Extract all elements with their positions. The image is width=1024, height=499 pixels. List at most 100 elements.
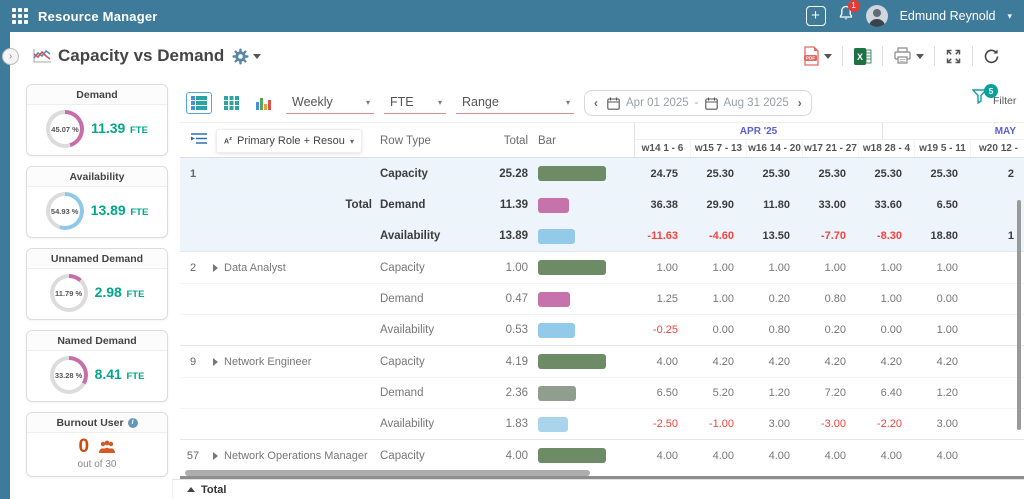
week-value: 18.80 [915,230,971,242]
group-name: Network Operations Manager [224,450,380,462]
info-icon[interactable]: i [128,418,138,428]
row-type-label: Capacity [380,168,468,180]
notifications-button[interactable]: 1 [838,5,854,27]
week-value [971,450,1024,462]
unit-select[interactable]: FTE▾ [384,92,446,114]
percent-value: 33.28 % [50,356,88,394]
week-value: 6.40 [859,387,915,399]
footer-total-label: Total [201,484,226,496]
group-name: Network Engineer [224,356,380,368]
user-menu-chevron-icon[interactable]: ▾ [1007,11,1012,22]
week-values: 1.001.001.001.001.001.00 [635,262,1024,274]
expand-rows-icon [190,132,208,145]
vertical-scrollbar[interactable] [1017,200,1021,430]
resource-group: 9Network EngineerCapacity4.194.004.204.2… [180,345,1024,439]
total-bar [538,260,606,275]
week-value: -8.30 [859,230,915,242]
total-bar [538,229,575,244]
total-bar [538,386,576,401]
filter-button[interactable]: 5 Filter [968,86,1014,116]
grid-list-view-icon [191,96,207,110]
total-bar [538,448,606,463]
week-value: -11.63 [635,230,691,242]
total-bar [538,354,606,369]
total-footer[interactable]: Total [172,479,1024,499]
date-from[interactable]: Apr 01 2025 [626,97,689,109]
table-row: Demand2.366.505.201.207.206.401.20 [180,377,1024,408]
week-value: 33.00 [803,199,859,211]
user-name[interactable]: Edmund Reynold [900,9,996,23]
week-value: 1.25 [635,293,691,305]
grid-view-button[interactable] [218,92,244,114]
week-value: 1.00 [635,262,691,274]
donut-gauge: 45.07 % [46,110,84,148]
week-values: 4.004.004.004.004.004.00 [635,450,1024,462]
app-grid-icon[interactable] [12,8,28,24]
expand-collapse-all-button[interactable] [190,132,208,150]
total-bar [538,166,606,181]
fullscreen-button[interactable] [935,48,972,65]
group-by-select[interactable]: Az Primary Role + Resource... ▾ [216,129,362,153]
export-pdf-button[interactable]: PDF [792,46,842,66]
week-value: -0.25 [635,324,691,336]
burnout-user-card: Burnout User i 0 out of 30 [26,412,168,477]
expand-group-arrow[interactable] [206,452,224,460]
week-value: 3.00 [747,418,803,430]
total-bar [538,323,575,338]
collapse-total-icon[interactable] [187,487,195,492]
total-value: 1.00 [468,262,528,274]
week-value: 25.30 [859,168,915,180]
burnout-card-title: Burnout User [56,417,123,429]
range-chevron-icon: ▾ [566,98,570,107]
row-type-label: Capacity [380,450,468,462]
next-period-button[interactable]: › [795,96,805,110]
week-value: 7.20 [803,387,859,399]
add-new-button[interactable]: + [806,6,826,26]
total-value: 11.39 [468,199,528,211]
week-value: 5.20 [691,387,747,399]
burnout-subtext: out of 30 [27,459,167,470]
capacity-chart-icon [32,48,52,64]
nav-collapse-strip [0,32,10,499]
burnout-users-icon [98,440,116,454]
sort-az-icon: Az [224,137,232,145]
grid-view-icon [224,96,239,110]
metric-card-title: Demand [27,85,167,105]
row-type-label: Availability [380,230,468,242]
prev-period-button[interactable]: ‹ [591,96,601,110]
week-value: 0.20 [803,324,859,336]
refresh-button[interactable] [973,48,1010,65]
week-value: 6.50 [635,387,691,399]
grid-list-view-button[interactable] [186,92,212,114]
total-bar [538,198,569,213]
group-by-chevron-icon: ▾ [350,137,354,146]
week-value: 1.00 [915,262,971,274]
range-select[interactable]: Range▾ [456,92,574,114]
week-value: 1.00 [747,262,803,274]
week-value: 25.30 [803,168,859,180]
week-values: -0.250.000.800.200.001.00 [635,324,1024,336]
chart-view-button[interactable] [250,92,276,114]
percent-value: 45.07 % [46,110,84,148]
expand-panel-button[interactable]: › [2,48,19,65]
group-number: 57 [180,450,206,462]
metric-card-title: Availability [27,167,167,187]
month-label-may: MAY [883,123,1024,139]
table-body: 1Capacity25.2824.7525.3025.3025.3025.302… [180,158,1024,469]
week-value: -2.50 [635,418,691,430]
total-bar-cell [528,260,635,275]
expand-group-arrow[interactable] [206,358,224,366]
period-select[interactable]: Weekly▾ [286,92,374,114]
expand-group-arrow[interactable] [206,264,224,272]
date-to[interactable]: Aug 31 2025 [724,97,789,109]
period-chevron-icon: ▾ [366,98,370,107]
view-settings-button[interactable] [232,48,261,65]
week-value: 4.00 [747,450,803,462]
filter-count-badge: 5 [984,84,998,98]
row-type-label: Demand [380,199,468,211]
week-value: 4.00 [803,450,859,462]
print-button[interactable] [883,47,934,65]
export-excel-button[interactable]: X [843,47,882,66]
avatar[interactable] [866,5,888,27]
header-actions: PDF X [792,46,1010,66]
